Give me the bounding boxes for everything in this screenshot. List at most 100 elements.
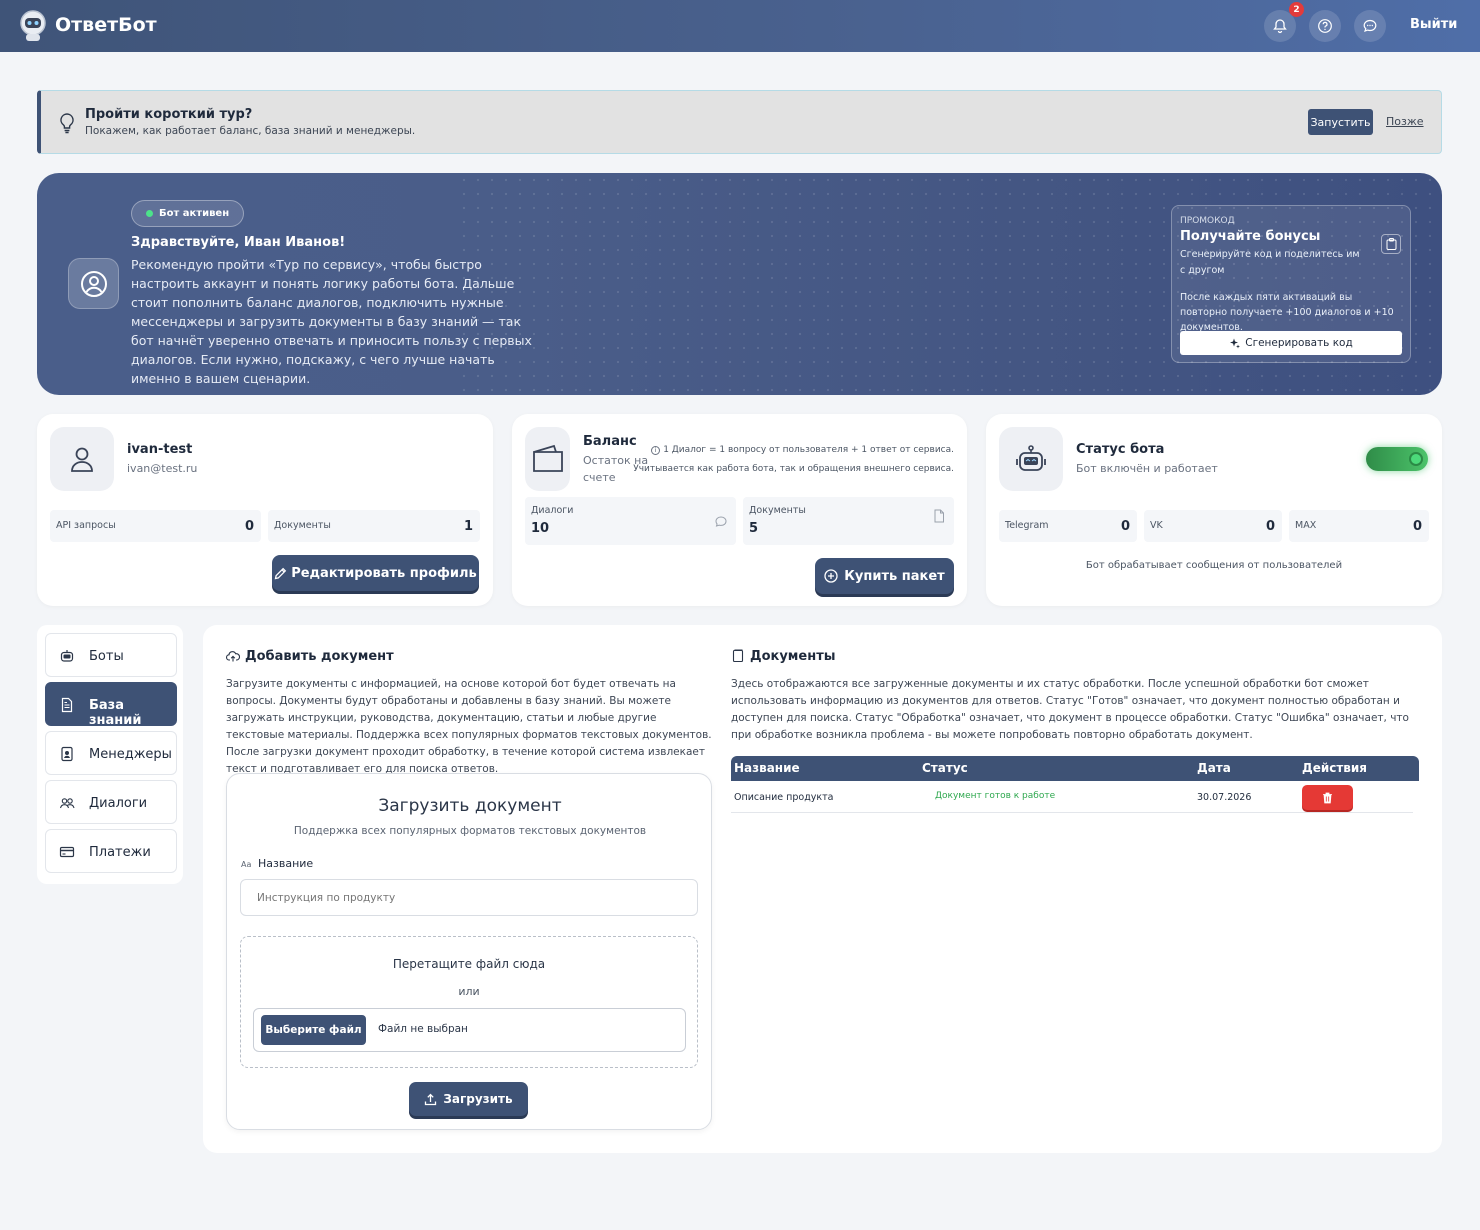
stat-vk: VK 0 [1144, 510, 1282, 542]
copy-button[interactable] [1381, 234, 1401, 254]
credit-card-icon [59, 846, 75, 858]
balance-note-line2: Учитывается как работа бота, так и обращ… [633, 464, 954, 474]
documents-icon [732, 649, 744, 663]
id-badge-icon [61, 746, 73, 762]
lightbulb-icon [60, 113, 74, 134]
upload-form-title: Загрузить документ [378, 796, 562, 816]
help-button[interactable] [1309, 10, 1341, 42]
promo-tag: ПРОМОКОД [1180, 216, 1235, 226]
plus-circle-icon [824, 569, 838, 583]
buy-package-button[interactable]: Купить пакет [815, 558, 954, 594]
balance-note-line1: i1 Диалог = 1 вопросу от пользователя + … [651, 445, 954, 455]
robot-icon [1016, 445, 1046, 471]
chat-bubble-icon [715, 516, 727, 527]
bell-icon [1273, 19, 1287, 34]
sparkle-icon [1230, 338, 1241, 348]
balance-title: Баланс [583, 434, 637, 449]
sidebar-item-bots[interactable]: Боты [45, 633, 177, 677]
bot-enabled-toggle[interactable] [1366, 447, 1428, 471]
sidebar-item-knowledge-base[interactable]: База знаний [45, 682, 177, 728]
tour-later-link[interactable]: Позже [1386, 115, 1424, 128]
knowledge-base-panel: Добавить документ Загрузите документы с … [203, 625, 1442, 1153]
stat-max: MAX 0 [1289, 510, 1429, 542]
stat-dialogs: Диалоги 10 [525, 497, 736, 545]
table-header: Название Статус Дата Действия [731, 756, 1419, 781]
wallet-icon-box [525, 427, 570, 491]
or-text: или [458, 985, 480, 998]
tour-subtitle: Покажем, как работает баланс, база знани… [85, 125, 416, 137]
tour-banner: Пройти короткий тур? Покажем, как работа… [37, 90, 1442, 154]
profile-email: ivan@test.ru [127, 462, 198, 475]
bot-status-title: Статус бота [1076, 442, 1165, 457]
upload-icon [425, 1093, 437, 1105]
pencil-icon [274, 567, 287, 579]
document-name-input[interactable] [240, 879, 698, 916]
column-actions: Действия [1302, 761, 1368, 775]
user-circle-icon [80, 270, 107, 297]
tour-title: Пройти короткий тур? [85, 107, 253, 122]
users-icon [59, 798, 75, 809]
profile-card: ivan-test ivan@test.ru API запросы 0 Доку… [37, 414, 493, 606]
toggle-knob [1409, 452, 1423, 466]
column-status[interactable]: Статус [922, 761, 968, 775]
trash-icon [1323, 792, 1332, 803]
profile-icon-box [50, 427, 114, 491]
choose-file-button[interactable]: Выберите файл [261, 1015, 366, 1045]
document-date: 30.07.2026 [1197, 792, 1252, 803]
clipboard-icon [1386, 238, 1396, 250]
hero-greeting: Здравствуйте, Иван Иванов! [131, 235, 346, 250]
document-name: Описание продукта [734, 792, 834, 803]
document-status: Документ готов к работе [935, 791, 1056, 801]
edit-profile-button[interactable]: Редактировать профиль [272, 555, 479, 591]
stat-balance-documents: Документы 5 [743, 497, 954, 545]
balance-card: Баланс Остаток на счете i1 Диалог = 1 во… [512, 414, 967, 606]
documents-title: Документы [750, 649, 836, 664]
profile-username: ivan-test [127, 442, 193, 457]
bot-icon-box [999, 427, 1063, 491]
delete-document-button[interactable] [1302, 785, 1353, 810]
chat-button[interactable] [1354, 10, 1386, 42]
sidebar-item-managers[interactable]: Менеджеры [45, 731, 177, 775]
welcome-hero: Бот активен Здравствуйте, Иван Иванов! Р… [37, 173, 1442, 395]
cloud-upload-icon [226, 651, 240, 662]
wallet-icon [532, 444, 563, 472]
user-icon [71, 447, 93, 472]
documents-description: Здесь отображаются все загруженные докум… [731, 678, 1409, 741]
upload-button[interactable]: Загрузить [409, 1082, 528, 1116]
sidebar-item-payments[interactable]: Платежи [45, 829, 177, 873]
add-document-description: Загрузите документы с информацией, на ос… [226, 678, 712, 775]
promo-note: После каждых пяти активаций вы повторно … [1180, 292, 1394, 333]
logout-button[interactable]: Выйти [1410, 17, 1457, 32]
column-name[interactable]: Название [734, 761, 800, 775]
add-document-title: Добавить документ [245, 649, 394, 664]
brand-name[interactable]: ОтветБот [55, 14, 157, 36]
bot-status-footer: Бот обрабатывает сообщения от пользовате… [1085, 560, 1343, 571]
drop-text: Перетащите файл сюда [392, 957, 546, 971]
status-dot [146, 210, 153, 217]
upload-form: Загрузить документ Поддержка всех популя… [226, 773, 712, 1130]
robot-logo-icon[interactable] [17, 9, 49, 43]
stat-api-requests: API запросы 0 [50, 510, 261, 542]
stat-telegram: Telegram 0 [999, 510, 1137, 542]
help-icon [1318, 19, 1332, 33]
file-drop-zone[interactable]: Перетащите файл сюда или Выберите файл Ф… [240, 936, 698, 1068]
hero-message: Рекомендую пройти «Тур по сервису», чтоб… [131, 257, 532, 386]
no-file-text: Файл не выбран [378, 1023, 468, 1035]
sidebar-item-dialogs[interactable]: Диалоги [45, 780, 177, 824]
document-icon [61, 697, 73, 713]
robot-icon [60, 650, 74, 662]
promo-card: ПРОМОКОД Получайте бонусы Сгенерируйте к… [1171, 205, 1411, 363]
promo-subtitle: Сгенерируйте код и поделитесь им с друго… [1180, 249, 1360, 276]
file-input[interactable]: Выберите файл Файл не выбран [253, 1008, 686, 1052]
sidebar: Боты База знаний Менеджеры Диалоги Плате… [37, 625, 183, 884]
name-label: Название [258, 857, 314, 870]
bot-status-subtitle: Бот включён и работает [1076, 462, 1218, 475]
column-date[interactable]: Дата [1197, 761, 1231, 775]
tour-start-button[interactable]: Запустить [1308, 109, 1373, 135]
generate-code-button[interactable]: Сгенерировать код [1180, 331, 1402, 355]
bot-active-pill: Бот активен [131, 200, 245, 227]
notifications-badge: 2 [1289, 2, 1304, 17]
assistant-avatar [68, 258, 119, 309]
chat-icon [1363, 19, 1377, 32]
top-header: ОтветБот 2 Выйти [0, 0, 1480, 52]
